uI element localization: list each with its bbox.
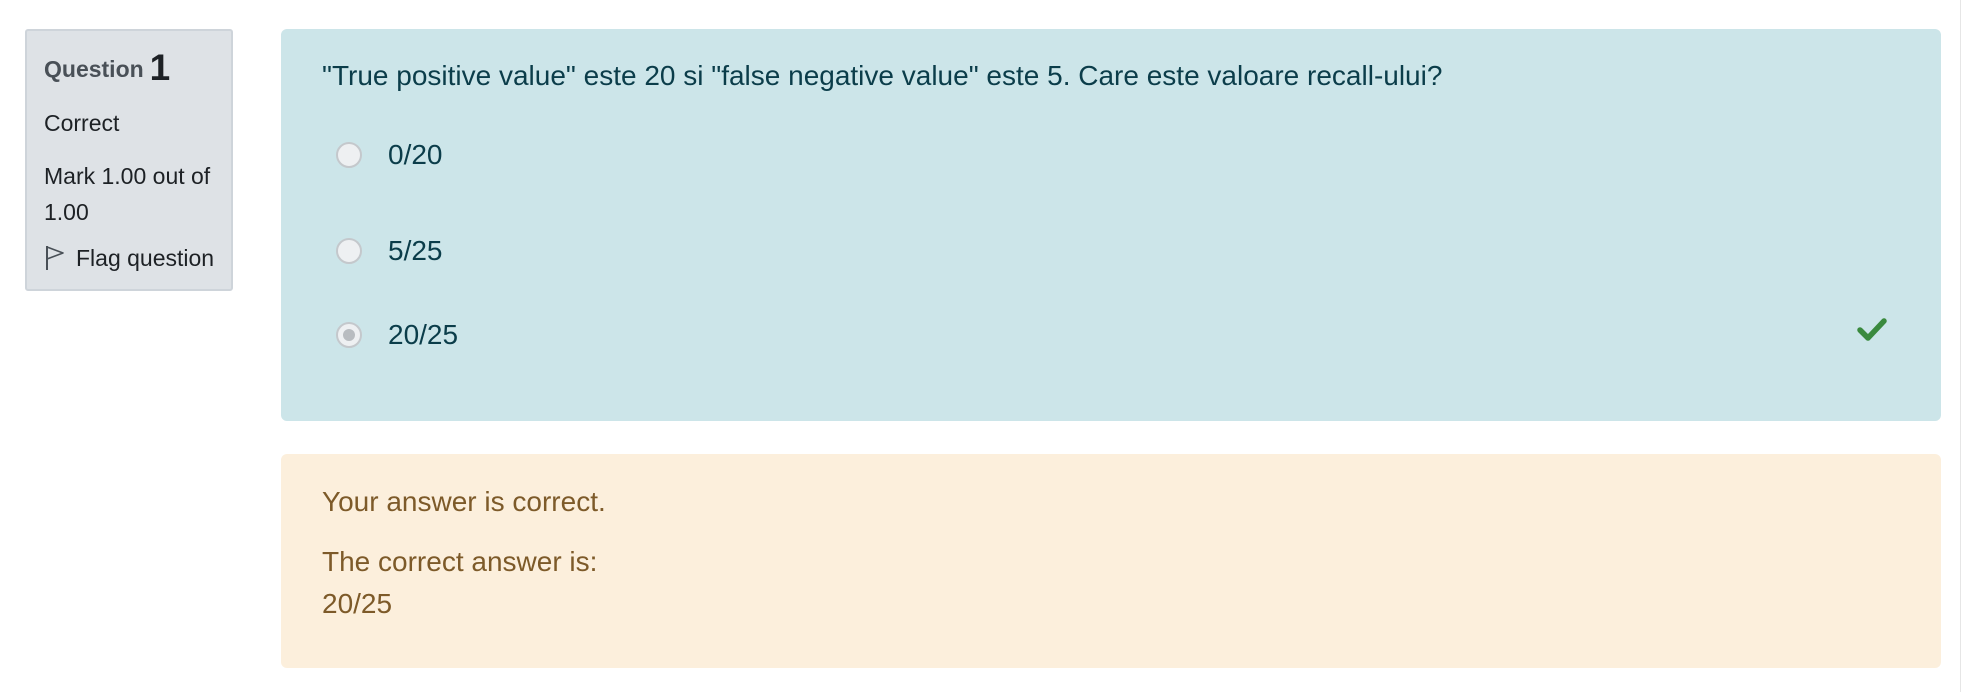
flag-icon <box>44 244 66 272</box>
answer-label[interactable]: 20/25 <box>388 319 458 351</box>
question-text: "True positive value" este 20 si "false … <box>322 60 1443 91</box>
specific-feedback: Your answer is correct. <box>322 486 606 517</box>
flag-question-button[interactable]: Flag question <box>44 244 231 272</box>
answer-radio[interactable] <box>336 142 362 168</box>
answer-label[interactable]: 0/20 <box>388 139 443 171</box>
check-icon <box>1857 317 1887 343</box>
question-info-panel: Question 1 Correct Mark 1.00 out of 1.00 … <box>25 29 233 291</box>
right-answer-label: The correct answer is: <box>322 546 598 577</box>
question-label: Question <box>44 56 144 82</box>
answer-option[interactable]: 5/25 <box>322 209 1941 293</box>
answer-option[interactable]: 0/20 <box>322 125 1941 185</box>
question-heading: Question 1 <box>44 49 231 86</box>
question-number: 1 <box>149 47 171 88</box>
question-state: Correct <box>44 110 120 136</box>
answer-option[interactable]: 20/25 <box>322 293 1941 377</box>
answer-list: 0/20 5/25 20/25 <box>322 125 1941 377</box>
answer-label[interactable]: 5/25 <box>388 235 443 267</box>
question-formulation: "True positive value" este 20 si "false … <box>281 29 1941 421</box>
right-answer-value: 20/25 <box>322 588 393 619</box>
page-scrollbar[interactable] <box>1960 0 1983 692</box>
answer-radio[interactable] <box>336 238 362 264</box>
answer-radio-selected[interactable] <box>336 322 362 348</box>
flag-question-label: Flag question <box>76 244 215 271</box>
question-grade: Mark 1.00 out of 1.00 <box>44 163 211 225</box>
feedback-panel: Your answer is correct. The correct answ… <box>281 454 1941 668</box>
